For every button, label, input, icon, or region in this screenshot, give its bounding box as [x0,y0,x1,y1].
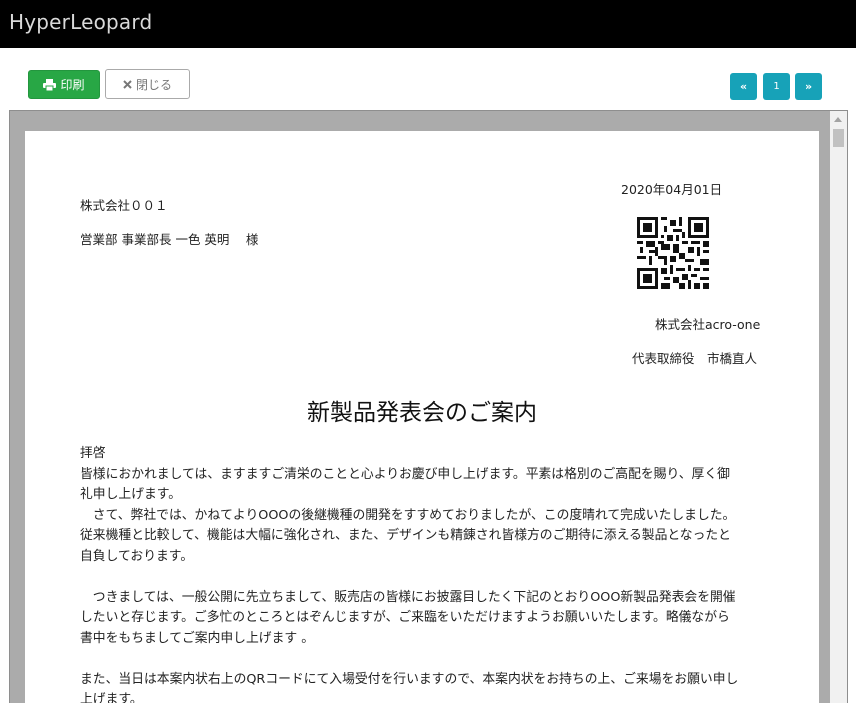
scrollbar-thumb[interactable] [833,129,844,147]
document-viewer[interactable]: 2020年04月01日 株式会社００１ 営業部 事業部長 一色 英明 様 株式会… [9,110,848,703]
body-line: 上げます。 [80,692,143,703]
print-button-label: 印刷 [60,78,85,92]
print-button[interactable]: 印刷 [28,70,100,99]
body-line: さて、弊社では、かねてよりOOOの後継機種の開発をすすめておりましたが、この度晴… [80,507,736,523]
body-line: したいと存じます。ご多忙のところとはぞんじますが、ご来臨をいただけますようお願い… [80,610,730,625]
close-button[interactable]: 閉じる [105,69,190,99]
pagination-page-1[interactable]: 1 [763,73,790,100]
close-icon [123,79,132,89]
top-navbar: HyperLeopard [0,0,856,48]
printer-icon [43,78,57,91]
vertical-scrollbar[interactable] [830,111,847,703]
document-title: 新製品発表会のご案内 [307,400,537,426]
sender-person: 代表取締役 市橋直人 [632,351,758,366]
sender-company: 株式会社acro-one [655,317,761,332]
close-button-label: 閉じる [135,77,172,92]
scroll-up-arrow-icon[interactable] [834,117,842,122]
body-line: 皆様におかれましては、ますますご清栄のことと心よりお慶び申し上げます。平素は格別… [80,466,730,482]
document-date: 2020年04月01日 [621,182,723,197]
app-title: HyperLeopard [9,10,153,34]
body-line: 書中をもちましてご案内申し上げます 。 [80,630,315,646]
document-body: 拝啓 皆様におかれましては、ますますご清栄のことと心よりお慶び申し上げます。平素… [80,444,780,703]
body-line: また、当日は本案内状右上のQRコードにて入場受付を行いますので、本案内状をお持ち… [80,671,739,687]
document-page: 2020年04月01日 株式会社００１ 営業部 事業部長 一色 英明 様 株式会… [25,131,819,703]
body-line: 従来機種と比較して、機能は大幅に強化され、また、デザインも精錬され皆様方のご期待… [80,528,731,543]
pagination-first-button[interactable]: « [730,73,757,100]
recipient-company: 株式会社００１ [80,198,168,213]
body-line: 礼申し上げます。 [80,487,182,502]
body-line: つきましては、一般公開に先立ちまして、販売店の皆様にお披露目したく下記のとおりO… [80,589,736,605]
qr-code-icon [637,217,709,289]
body-line: 自負しております。 [80,548,194,564]
greeting: 拝啓 [80,446,106,461]
recipient-person: 営業部 事業部長 一色 英明 様 [80,232,259,247]
pagination-last-button[interactable]: » [795,73,822,100]
